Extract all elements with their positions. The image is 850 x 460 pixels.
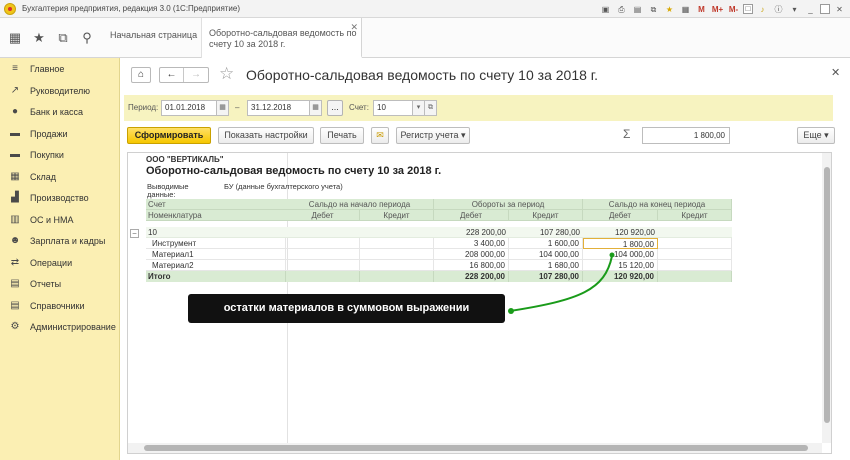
annotation-arrow-end bbox=[609, 252, 615, 258]
annotation-arrow-start bbox=[508, 308, 514, 314]
annotation-arrow bbox=[508, 252, 615, 314]
annotation-label: остатки материалов в суммовом выражении bbox=[188, 294, 505, 323]
annotation-arrow-line bbox=[509, 255, 613, 312]
